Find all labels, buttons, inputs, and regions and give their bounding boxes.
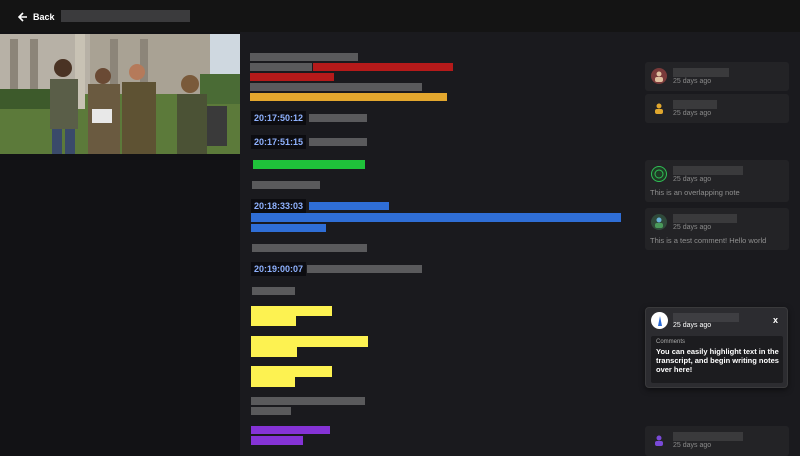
avatar xyxy=(651,100,667,116)
user-icon xyxy=(654,169,664,179)
commenter-name xyxy=(673,214,737,223)
comment-card[interactable]: 25 days ago This is an overlapping note xyxy=(645,160,789,202)
transcript-word[interactable] xyxy=(309,114,367,122)
close-button[interactable]: x xyxy=(773,315,778,325)
highlighted-word[interactable] xyxy=(251,336,368,347)
comment-card[interactable]: 25 days ago xyxy=(645,426,789,456)
comment-time: 25 days ago xyxy=(673,78,712,85)
highlighted-word[interactable] xyxy=(251,436,303,445)
commenter-name xyxy=(673,313,739,322)
highlighted-word[interactable] xyxy=(253,160,365,169)
transcript-word[interactable] xyxy=(251,397,365,405)
video-title xyxy=(61,10,190,22)
user-icon xyxy=(655,217,663,228)
comment-time: 25 days ago xyxy=(673,322,712,329)
back-label: Back xyxy=(33,12,55,22)
highlighted-word[interactable] xyxy=(309,202,389,210)
highlighted-word[interactable] xyxy=(251,213,621,222)
timestamp[interactable]: 20:18:33:03 xyxy=(251,199,307,213)
transcript-word[interactable] xyxy=(250,83,422,91)
highlighted-word[interactable] xyxy=(250,73,334,81)
comment-time: 25 days ago xyxy=(673,224,712,231)
transcript-word[interactable] xyxy=(250,63,312,71)
avatar xyxy=(651,166,667,182)
top-bar: Back xyxy=(0,0,800,32)
transcript-word[interactable] xyxy=(252,287,295,295)
user-icon xyxy=(655,435,663,446)
user-icon xyxy=(657,315,662,326)
user-icon xyxy=(655,71,663,82)
timestamp[interactable]: 20:17:51:15 xyxy=(251,135,307,149)
transcript-word[interactable] xyxy=(252,244,367,252)
comment-box[interactable]: Comments You can easily highlight text i… xyxy=(651,336,783,383)
comment-time: 25 days ago xyxy=(673,110,712,117)
transcript-word[interactable] xyxy=(309,138,367,146)
comment-text: You can easily highlight text in the tra… xyxy=(656,347,779,374)
highlighted-word[interactable] xyxy=(251,426,330,434)
highlighted-word[interactable] xyxy=(251,366,332,377)
transcript-word[interactable] xyxy=(250,53,358,61)
comment-card[interactable]: 25 days ago xyxy=(645,94,789,123)
comment-time: 25 days ago xyxy=(673,442,712,449)
highlighted-word[interactable] xyxy=(251,377,295,387)
highlighted-word[interactable] xyxy=(313,63,453,71)
transcript-word[interactable] xyxy=(252,181,320,189)
commenter-name xyxy=(673,100,717,109)
commenter-name xyxy=(673,432,743,441)
video-player[interactable] xyxy=(0,34,240,154)
highlighted-word[interactable] xyxy=(251,224,326,232)
comment-text: This is an overlapping note xyxy=(650,188,740,197)
user-icon xyxy=(655,103,663,114)
highlighted-word[interactable] xyxy=(250,93,447,101)
video-panel xyxy=(0,32,240,456)
comment-card[interactable]: 25 days ago This is a test comment! Hell… xyxy=(645,208,789,250)
timestamp[interactable]: 20:17:50:12 xyxy=(251,111,307,125)
highlighted-word[interactable] xyxy=(251,306,332,316)
transcript-word[interactable] xyxy=(307,265,422,273)
comment-card[interactable]: 25 days ago xyxy=(645,62,789,91)
avatar xyxy=(651,432,667,448)
comments-label: Comments xyxy=(656,339,686,345)
transcript-panel: 20:17:50:12 20:17:51:15 20:18:33:03 20:1… xyxy=(240,32,640,456)
active-comment-popup[interactable]: 25 days ago x Comments You can easily hi… xyxy=(645,307,788,388)
commenter-name xyxy=(673,68,729,77)
comment-text: This is a test comment! Hello world xyxy=(650,236,767,245)
comment-time: 25 days ago xyxy=(673,176,712,183)
highlighted-word[interactable] xyxy=(251,316,296,326)
avatar xyxy=(651,312,668,329)
arrow-left-icon xyxy=(18,12,27,22)
transcript-word[interactable] xyxy=(251,407,291,415)
back-button[interactable]: Back xyxy=(18,10,55,24)
highlighted-word[interactable] xyxy=(251,347,297,357)
timestamp[interactable]: 20:19:00:07 xyxy=(251,262,307,276)
avatar xyxy=(651,214,667,230)
commenter-name xyxy=(673,166,743,175)
comments-panel: 25 days ago 25 days ago 25 days ago This… xyxy=(640,32,800,456)
avatar xyxy=(651,68,667,84)
